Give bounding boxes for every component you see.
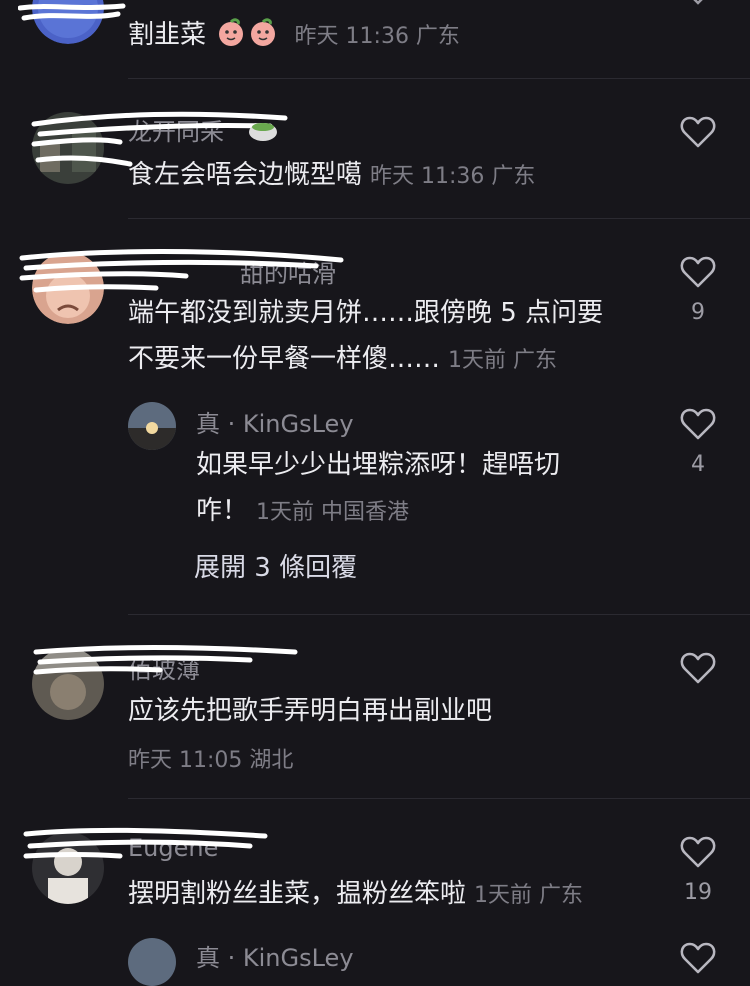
like-button[interactable] (678, 112, 718, 152)
peach-face-icon (219, 18, 244, 46)
comment-meta: 昨天 11:36 广东 (294, 24, 460, 49)
like-button[interactable] (678, 648, 718, 688)
comment-text: 摆明割粉丝韭菜，揾粉丝笨啦 1天前 广东 (128, 879, 584, 909)
like-button[interactable] (678, 252, 718, 292)
username[interactable]: 龙开同采 (128, 112, 224, 147)
avatar[interactable] (32, 252, 104, 324)
reply-username[interactable]: 真 · KinGsLey (196, 404, 354, 439)
reply-text: 如果早少少出埋粽添呀！趕唔切 咋！ 1天前 中国香港 (196, 450, 561, 526)
like-count: 9 (691, 300, 705, 325)
heart-icon (680, 408, 716, 440)
like-count: 4 (691, 452, 705, 477)
avatar[interactable] (128, 402, 176, 450)
reply-meta: 1天前 中国香港 (256, 500, 410, 525)
comment-text: 食左会唔会边慨型噶 昨天 11:36 广东 (128, 160, 536, 190)
chevron-icon[interactable] (688, 0, 708, 6)
heart-icon (680, 116, 716, 148)
like-button[interactable] (678, 832, 718, 872)
comment-text: 应该先把歌手弄明白再出副业吧 (128, 696, 493, 726)
divider (128, 78, 750, 79)
avatar[interactable] (128, 938, 176, 986)
comment-meta: 1天前 广东 (474, 883, 584, 908)
tea-cup-icon (249, 123, 277, 141)
username[interactable]: 佰玻薄 (128, 650, 200, 685)
heart-icon (680, 652, 716, 684)
like-button[interactable] (678, 404, 718, 444)
username[interactable]: Eugene (128, 834, 218, 862)
avatar[interactable] (32, 648, 104, 720)
reply-username[interactable]: 真 · KinGsLey (196, 938, 354, 973)
comment-meta: 1天前 广东 (448, 348, 558, 373)
like-button[interactable] (678, 938, 718, 978)
comment-text: 端午都没到就卖月饼……跟傍晚 5 点问要 不要来一份早餐一样傻…… 1天前 广东 (128, 298, 604, 374)
peach-face-icon (251, 18, 276, 46)
comment-meta: 昨天 11:05 湖北 (128, 748, 294, 773)
heart-icon (680, 836, 716, 868)
divider (128, 218, 750, 219)
avatar[interactable] (32, 0, 104, 44)
avatar[interactable] (32, 832, 104, 904)
divider (128, 614, 750, 615)
divider (128, 798, 750, 799)
comment-meta: 昨天 11:36 广东 (370, 164, 536, 189)
avatar[interactable] (32, 112, 104, 184)
heart-icon (680, 256, 716, 288)
like-count: 19 (684, 880, 712, 905)
username[interactable]: 甜的咕滑 (240, 254, 336, 289)
comment-text: 割韭菜 昨天 11:36 广东 (128, 12, 460, 60)
heart-icon (680, 942, 716, 974)
expand-replies-button[interactable]: 展開 3 條回覆 (194, 547, 357, 584)
